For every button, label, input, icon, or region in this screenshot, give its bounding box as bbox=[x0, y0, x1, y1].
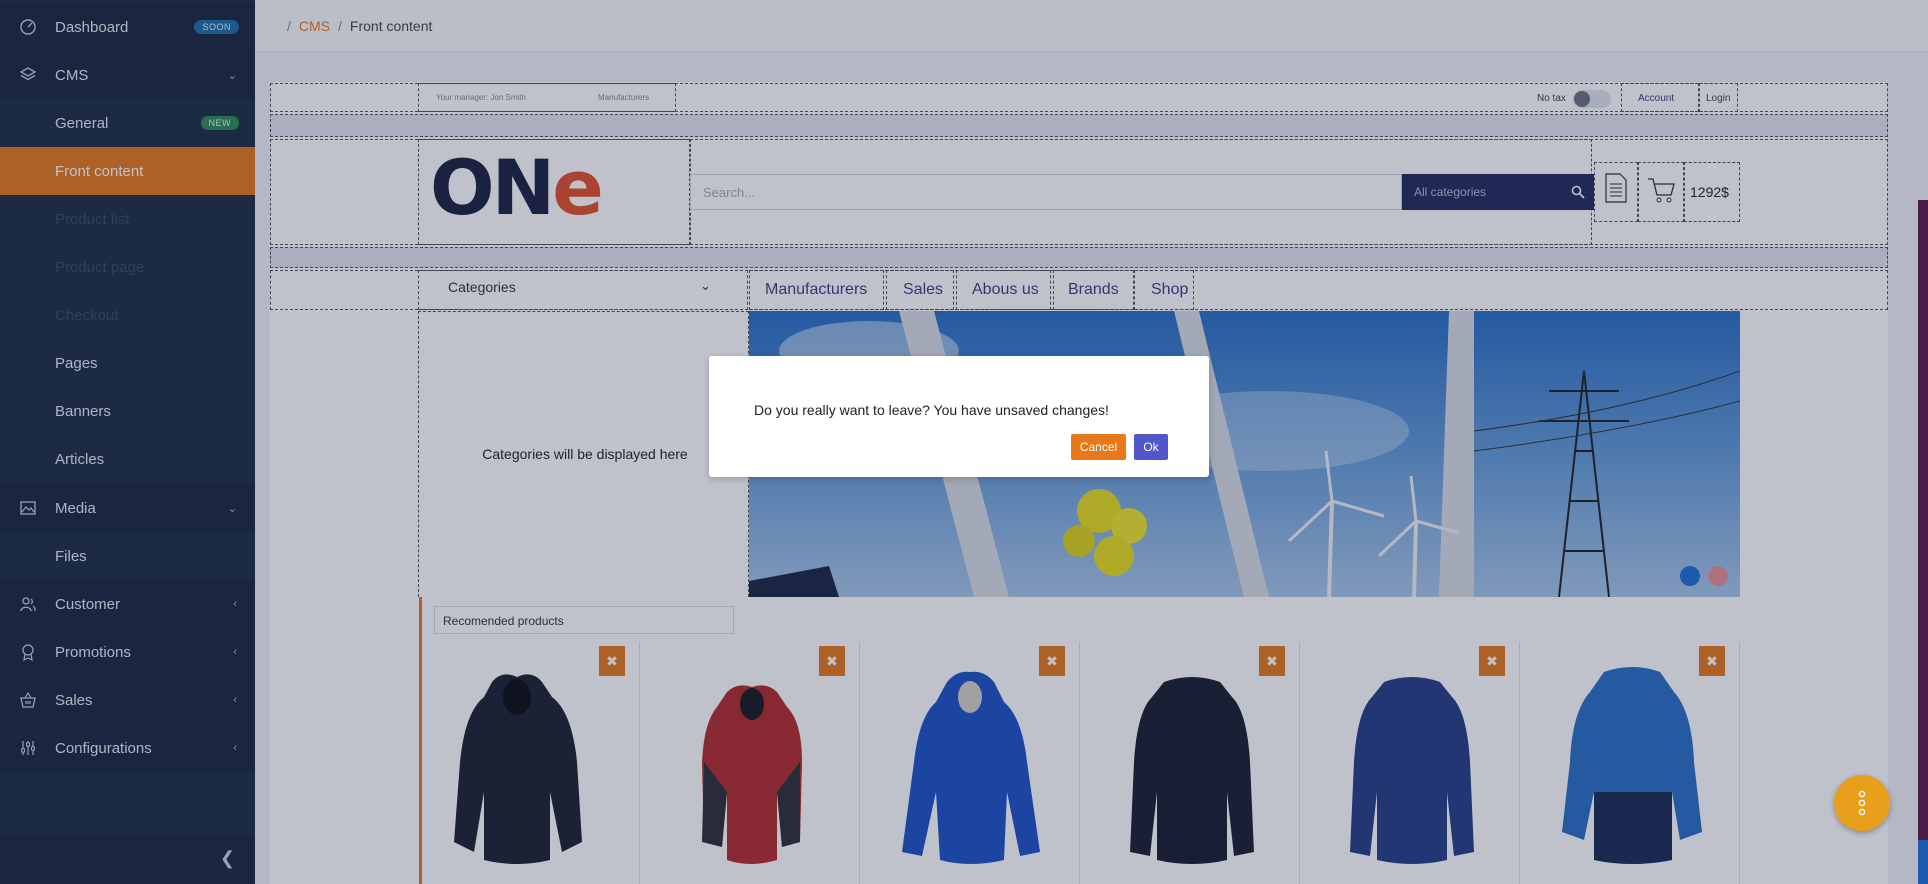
unsaved-changes-dialog: Do you really want to leave? You have un… bbox=[709, 356, 1209, 477]
more-vertical-icon bbox=[1858, 790, 1866, 816]
cancel-button[interactable]: Cancel bbox=[1071, 434, 1126, 460]
more-actions-button[interactable] bbox=[1834, 775, 1890, 831]
ok-button[interactable]: Ok bbox=[1134, 434, 1168, 460]
dialog-message: Do you really want to leave? You have un… bbox=[754, 402, 1109, 418]
